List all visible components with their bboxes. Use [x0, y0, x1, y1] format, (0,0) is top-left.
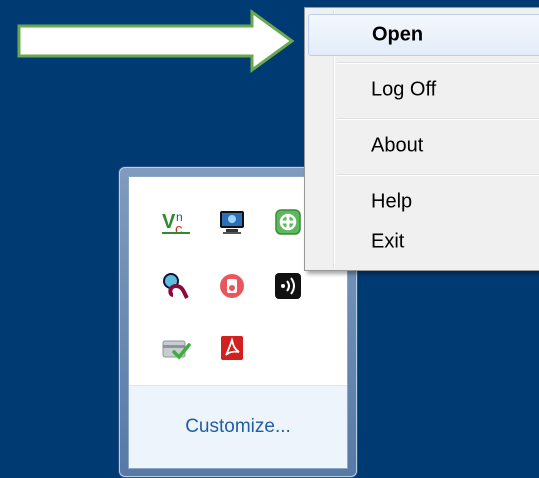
green-plus-icon[interactable]	[271, 205, 305, 239]
menu-item-label: Open	[372, 23, 424, 46]
svg-text:V: V	[162, 211, 176, 233]
menu-item-label: Exit	[371, 230, 405, 253]
menu-item-label: Log Off	[371, 78, 437, 101]
menu-item-label: About	[371, 134, 424, 157]
tray-footer: Customize...	[129, 385, 347, 468]
vnc-icon[interactable]: V c n	[159, 205, 193, 239]
menu-item-open[interactable]: Open	[308, 14, 539, 56]
check-card-icon[interactable]	[159, 331, 193, 365]
menu-item-exit[interactable]: Exit	[308, 222, 539, 262]
menu-item-label: Help	[371, 190, 413, 213]
pointer-arrow	[17, 9, 295, 73]
menu-item-about[interactable]: About	[308, 126, 539, 166]
menu-separator	[337, 118, 539, 120]
speaker-icon[interactable]	[215, 269, 249, 303]
network-monitor-icon[interactable]	[215, 205, 249, 239]
audio-icon[interactable]	[159, 269, 193, 303]
svg-text:n: n	[176, 210, 183, 224]
customize-link[interactable]: Customize...	[185, 416, 291, 438]
context-menu: Open Log Off About Help Exit	[304, 7, 539, 271]
menu-separator	[337, 174, 539, 176]
menu-item-log-off[interactable]: Log Off	[308, 70, 539, 110]
menu-item-help[interactable]: Help	[308, 182, 539, 222]
menu-separator	[337, 62, 539, 64]
pdf-icon[interactable]	[215, 331, 249, 365]
wifi-icon[interactable]	[271, 269, 305, 303]
